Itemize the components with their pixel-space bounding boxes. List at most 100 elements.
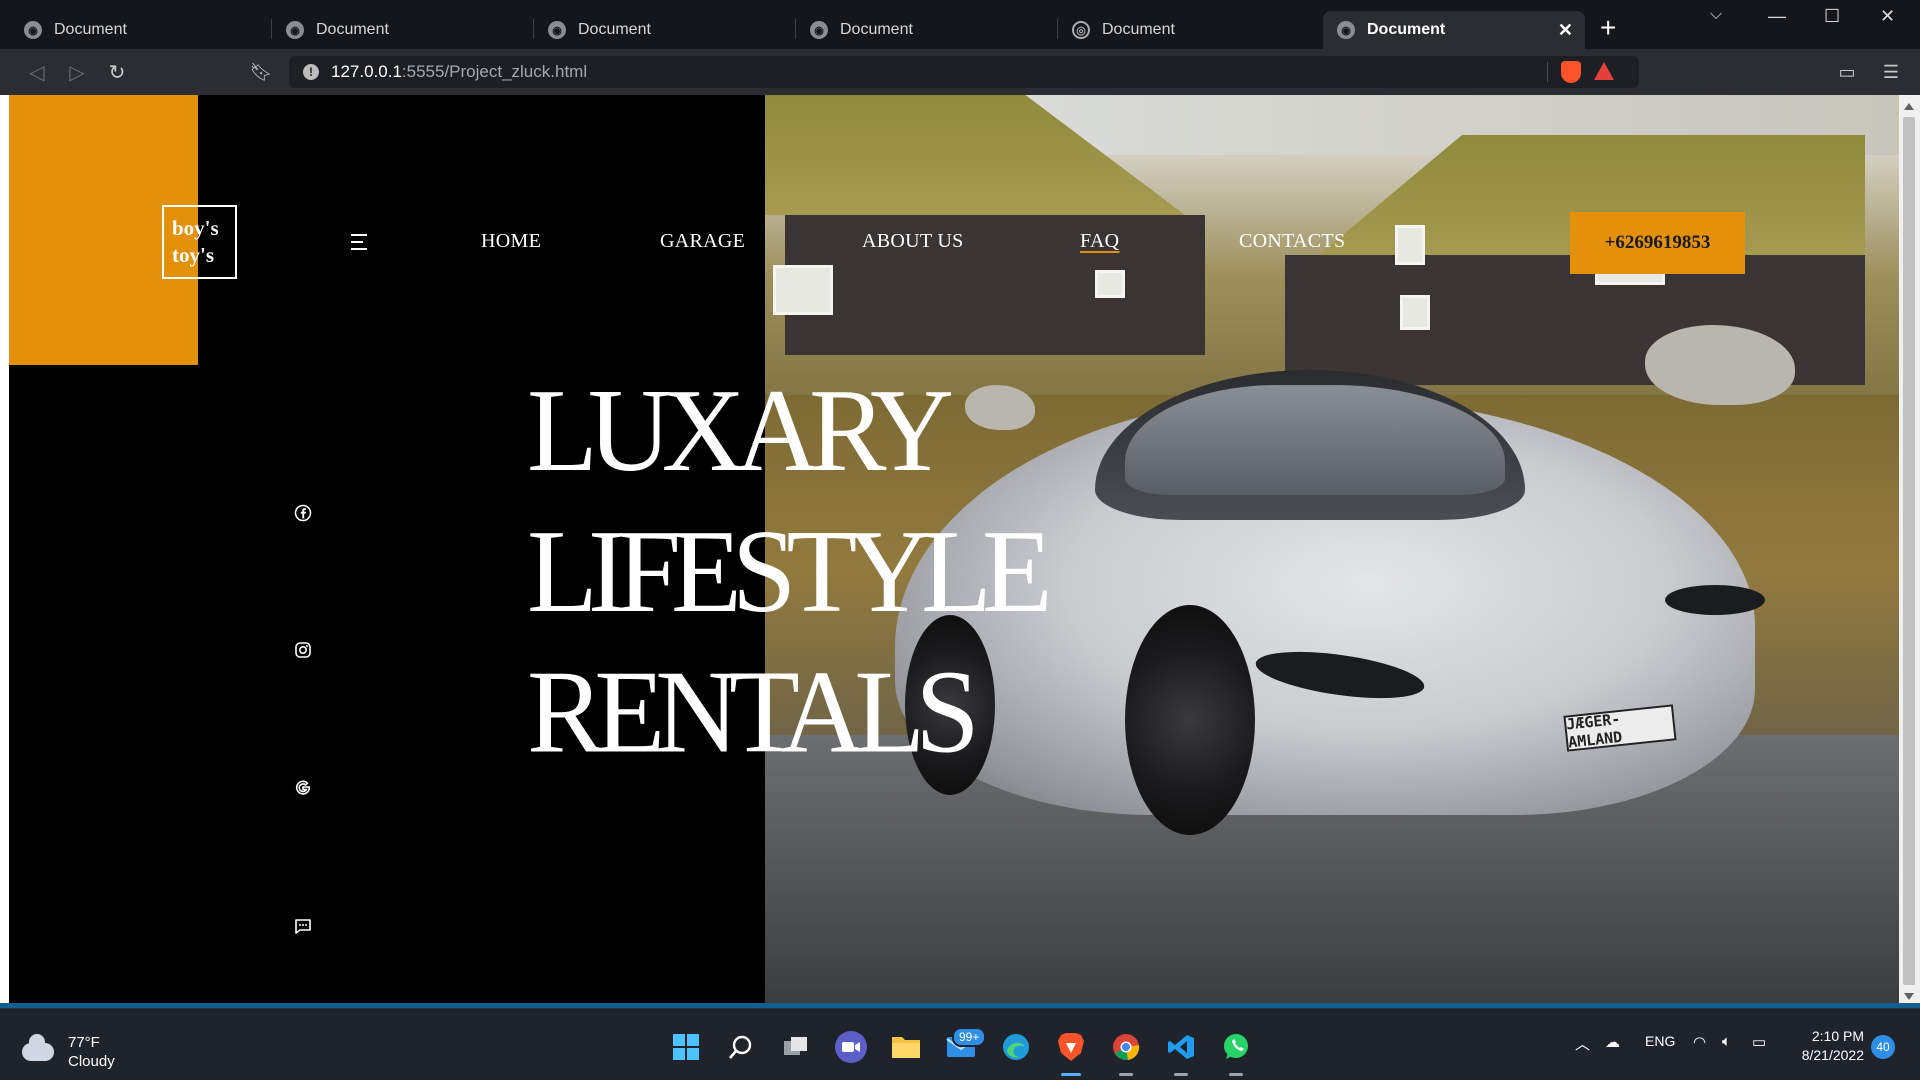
headline-line: LIFESTYLE — [527, 506, 1053, 638]
tab-title: Document — [578, 21, 651, 38]
logo-line: toy's — [172, 243, 214, 267]
maximize-button[interactable]: ☐ — [1824, 6, 1840, 27]
browser-tab-active[interactable]: ◉ Document ✕ — [1323, 11, 1585, 49]
tab-title: Document — [1367, 21, 1446, 38]
taskbar: 77°F Cloudy 99+ ︿ ☁ ENG ◠ 🔈︎ ▭ 2:10 PM 8… — [0, 1008, 1920, 1080]
headlight — [1665, 585, 1765, 615]
scroll-up-icon[interactable] — [1904, 103, 1914, 110]
radio-icon: ◉ — [286, 21, 304, 39]
brave-rewards-icon[interactable] — [1594, 62, 1614, 80]
headline-line: RENTALS — [527, 647, 980, 779]
minimize-button[interactable]: — — [1768, 6, 1786, 27]
nav-contacts[interactable]: CONTACTS — [1239, 230, 1345, 253]
browser-tab[interactable]: ◉ Document — [534, 11, 796, 49]
radio-icon: ◉ — [1337, 21, 1355, 39]
weather-condition: Cloudy — [68, 1053, 115, 1070]
instagram-icon[interactable] — [293, 640, 313, 660]
globe-icon: ◎ — [1072, 21, 1090, 39]
phone-button[interactable]: +6269619853 — [1570, 212, 1745, 274]
tab-search-chevron-icon[interactable]: ⌵ — [1710, 6, 1722, 24]
radio-icon: ◉ — [810, 21, 828, 39]
headline-line: LUXARY — [527, 365, 954, 497]
forward-icon[interactable]: ▷ — [62, 57, 92, 87]
start-icon[interactable] — [670, 1031, 702, 1063]
nav-about-us[interactable]: ABOUT US — [862, 230, 964, 253]
browser-toolbar: ◁ ▷ ↻ 🔖︎ ! 127.0.0.1:5555/Project_zluck.… — [0, 49, 1920, 95]
site-logo[interactable]: boy's toy's — [162, 205, 237, 279]
weather-temp: 77°F — [68, 1034, 100, 1051]
language-indicator[interactable]: ENG — [1645, 1033, 1675, 1049]
notification-count[interactable]: 40 — [1871, 1035, 1895, 1059]
tab-title: Document — [54, 21, 127, 38]
mail-badge: 99+ — [952, 1027, 987, 1047]
browser-tab[interactable]: ◉ Document — [796, 11, 1058, 49]
tray-chevron-icon[interactable]: ︿ — [1575, 1033, 1590, 1054]
chrome-icon[interactable] — [1110, 1031, 1142, 1063]
browser-tab[interactable]: ◎ Document — [1058, 11, 1320, 49]
window — [1095, 270, 1125, 298]
landing-page: JÆGER-AMLAND boy's toy's HOME GARAGE ABO… — [9, 95, 1899, 1008]
url-host: 127.0.0.1 — [331, 62, 402, 81]
cloud-icon — [22, 1034, 54, 1061]
weather-widget[interactable]: 77°F Cloudy — [22, 1033, 115, 1071]
browser-tab[interactable]: ◉ Document — [272, 11, 534, 49]
brave-shields-icon[interactable] — [1561, 61, 1581, 83]
wheel — [1125, 605, 1255, 835]
back-icon[interactable]: ◁ — [22, 57, 52, 87]
close-tab-icon[interactable]: ✕ — [1558, 20, 1573, 41]
volume-icon[interactable]: 🔈︎ — [1722, 1033, 1731, 1050]
nav-faq[interactable]: FAQ — [1080, 230, 1119, 253]
battery-icon[interactable]: ▭ — [1752, 1033, 1766, 1051]
clock[interactable]: 2:10 PM 8/21/2022 — [1784, 1027, 1864, 1065]
clock-time: 2:10 PM — [1811, 1028, 1864, 1044]
edge-icon[interactable] — [1000, 1031, 1032, 1063]
whatsapp-icon[interactable] — [1220, 1031, 1252, 1063]
running-indicator — [1229, 1073, 1243, 1076]
bookmark-icon[interactable]: 🔖︎ — [246, 57, 276, 87]
running-indicator — [1119, 1073, 1133, 1076]
logo-line: boy's — [172, 216, 219, 240]
window — [773, 265, 833, 315]
running-indicator — [1061, 1073, 1081, 1076]
google-icon[interactable] — [293, 778, 313, 798]
scrollbar-thumb[interactable] — [1903, 117, 1915, 985]
clock-date: 8/21/2022 — [1801, 1047, 1864, 1063]
wifi-icon[interactable]: ◠ — [1693, 1033, 1706, 1051]
teams-chat-icon[interactable] — [835, 1031, 867, 1063]
nav-garage[interactable]: GARAGE — [660, 230, 745, 253]
tab-title: Document — [840, 21, 913, 38]
address-bar[interactable]: ! 127.0.0.1:5555/Project_zluck.html — [289, 56, 1639, 88]
page-scrollbar[interactable] — [1899, 95, 1920, 1008]
radio-icon: ◉ — [548, 21, 566, 39]
vscode-icon[interactable] — [1165, 1031, 1197, 1063]
hero-headline: LUXARY LIFESTYLE RENTALS — [527, 361, 1053, 783]
menu-icon[interactable]: ☰ — [1876, 57, 1906, 87]
hamburger-menu-icon[interactable] — [351, 234, 371, 250]
running-indicator — [1174, 1073, 1188, 1076]
reload-icon[interactable]: ↻ — [102, 57, 132, 87]
close-window-button[interactable]: ✕ — [1880, 6, 1895, 27]
task-view-icon[interactable] — [780, 1031, 812, 1063]
onedrive-icon[interactable]: ☁ — [1605, 1033, 1620, 1051]
nav-home[interactable]: HOME — [481, 230, 541, 253]
tab-title: Document — [316, 21, 389, 38]
scroll-down-icon[interactable] — [1904, 993, 1914, 1000]
window — [1400, 295, 1430, 330]
page-viewport: JÆGER-AMLAND boy's toy's HOME GARAGE ABO… — [0, 95, 1920, 1008]
facebook-icon[interactable] — [293, 503, 313, 523]
house — [785, 215, 1205, 355]
browser-tab[interactable]: ◉ Document — [10, 11, 272, 49]
file-explorer-icon[interactable] — [890, 1031, 922, 1063]
chat-icon[interactable] — [293, 916, 313, 936]
wallet-icon[interactable]: ▭ — [1832, 57, 1862, 87]
tab-strip: ◉ Document ◉ Document ◉ Document ◉ Docum… — [0, 0, 1920, 49]
window — [1395, 225, 1425, 265]
url-divider — [1547, 62, 1548, 82]
search-icon[interactable] — [725, 1031, 757, 1063]
site-info-icon[interactable]: ! — [303, 64, 319, 80]
brave-icon[interactable] — [1055, 1031, 1087, 1063]
url-path: :5555/Project_zluck.html — [401, 62, 588, 81]
tab-title: Document — [1102, 21, 1175, 38]
new-tab-button[interactable]: + — [1600, 12, 1616, 44]
radio-icon: ◉ — [24, 21, 42, 39]
